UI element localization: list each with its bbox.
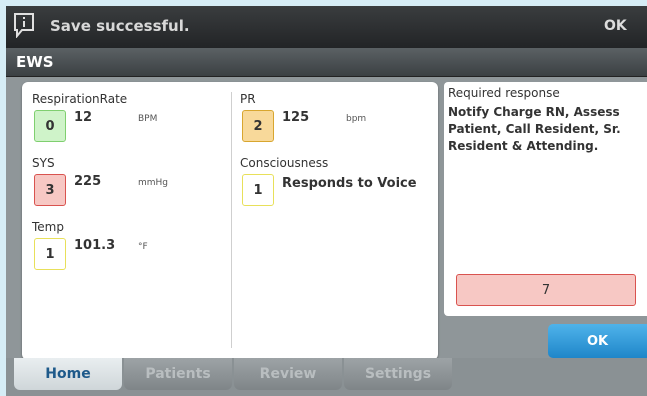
temp-score-badge: 1 [34,238,66,270]
sys-unit: mmHg [138,178,169,188]
title-bar: EWS [6,48,647,77]
tab-patients[interactable]: Patients [124,358,232,390]
tab-settings[interactable]: Settings [344,358,452,390]
tab-bar: Home Patients Review Settings [6,358,647,396]
consciousness-label: Consciousness [240,156,329,170]
sys-score-badge: 3 [34,174,66,206]
respiration-score-badge: 0 [34,110,66,142]
required-response-label: Required response [448,86,560,100]
sys-label: SYS [32,156,55,170]
pr-label: PR [240,92,256,106]
tab-home[interactable]: Home [14,358,122,390]
notification-ok-button[interactable]: OK [604,18,627,34]
app-screen: Save successful. OK EWS RespirationRate … [6,6,647,396]
notification-message: Save successful. [50,17,190,35]
respiration-label: RespirationRate [32,92,128,106]
respiration-unit: BPM [138,114,158,124]
pr-score-badge: 2 [242,110,274,142]
window-title: EWS [16,53,54,71]
respiration-value: 12 [74,110,93,125]
info-speech-icon [12,12,36,39]
ok-button[interactable]: OK [548,324,647,358]
column-divider [231,92,232,348]
required-response-text: Notify Charge RN, Assess Patient, Call R… [448,105,621,153]
pr-value: 125 [282,110,310,125]
sys-value: 225 [74,174,102,189]
consciousness-score-badge: 1 [242,174,274,206]
notification-bar: Save successful. OK [6,6,647,48]
total-score-box: 7 [456,274,636,306]
consciousness-value: Responds to Voice [282,176,417,191]
tab-review[interactable]: Review [234,358,342,390]
pr-unit: bpm [346,114,367,124]
response-panel: Required response Notify Charge RN, Asse… [444,82,647,316]
vitals-card: RespirationRate 0 12 BPM SYS 3 225 mmHg … [22,82,438,360]
temp-value: 101.3 [74,238,116,253]
temp-unit: °F [138,242,148,252]
temp-label: Temp [32,220,64,234]
